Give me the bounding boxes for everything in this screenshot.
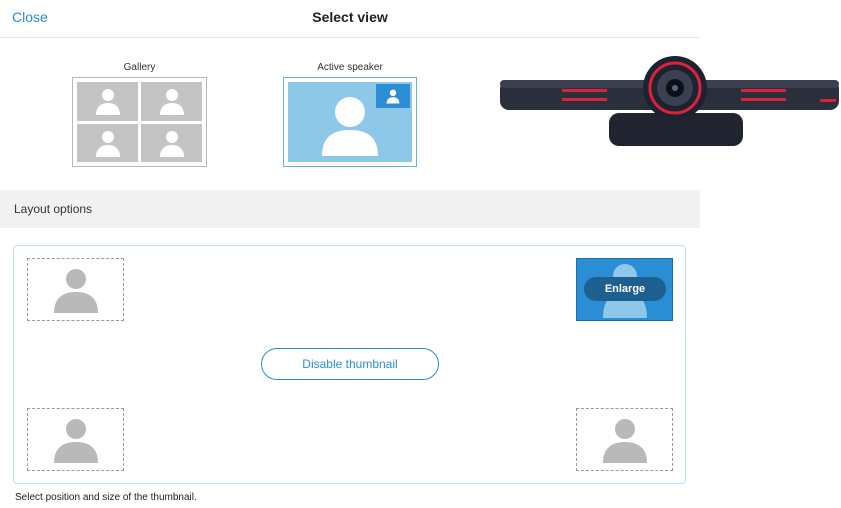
layout-options-title: Layout options xyxy=(14,202,93,216)
layout-hint-text: Select position and size of the thumbnai… xyxy=(15,492,197,503)
header: Close Select view xyxy=(0,0,700,38)
gallery-tile xyxy=(77,82,138,121)
person-icon xyxy=(602,418,647,463)
active-speaker-label: Active speaker xyxy=(317,62,383,73)
camera-soundbar-image xyxy=(500,56,839,146)
layout-panel: Enlarge Disable thumbnail xyxy=(13,245,686,484)
person-icon xyxy=(322,97,378,157)
gallery-tile xyxy=(77,123,138,162)
gallery-label: Gallery xyxy=(123,62,156,73)
person-icon xyxy=(386,89,400,104)
disable-thumbnail-button[interactable]: Disable thumbnail xyxy=(261,348,439,380)
layout-options-header: Layout options xyxy=(0,190,700,228)
person-icon xyxy=(95,89,120,116)
person-icon xyxy=(53,268,98,313)
gallery-view-option[interactable]: Gallery xyxy=(72,61,207,167)
thumbnail-slot-top-right[interactable]: Enlarge xyxy=(576,258,673,321)
gallery-preview xyxy=(72,77,207,167)
active-speaker-preview xyxy=(283,77,417,167)
active-speaker-view-option[interactable]: Active speaker xyxy=(283,61,417,167)
thumbnail-slot-bottom-right[interactable] xyxy=(576,408,673,471)
speaker-main-video xyxy=(288,82,412,162)
gallery-tile xyxy=(141,82,202,121)
thumbnail-slot-bottom-left[interactable] xyxy=(27,408,124,471)
thumbnail-pip xyxy=(376,84,410,108)
page-title: Select view xyxy=(312,9,388,25)
person-icon xyxy=(159,130,184,157)
person-icon xyxy=(159,89,184,116)
thumbnail-slot-top-left[interactable] xyxy=(27,258,124,321)
gallery-tile xyxy=(141,123,202,162)
enlarge-button[interactable]: Enlarge xyxy=(584,277,666,301)
person-icon xyxy=(53,418,98,463)
person-icon xyxy=(95,130,120,157)
